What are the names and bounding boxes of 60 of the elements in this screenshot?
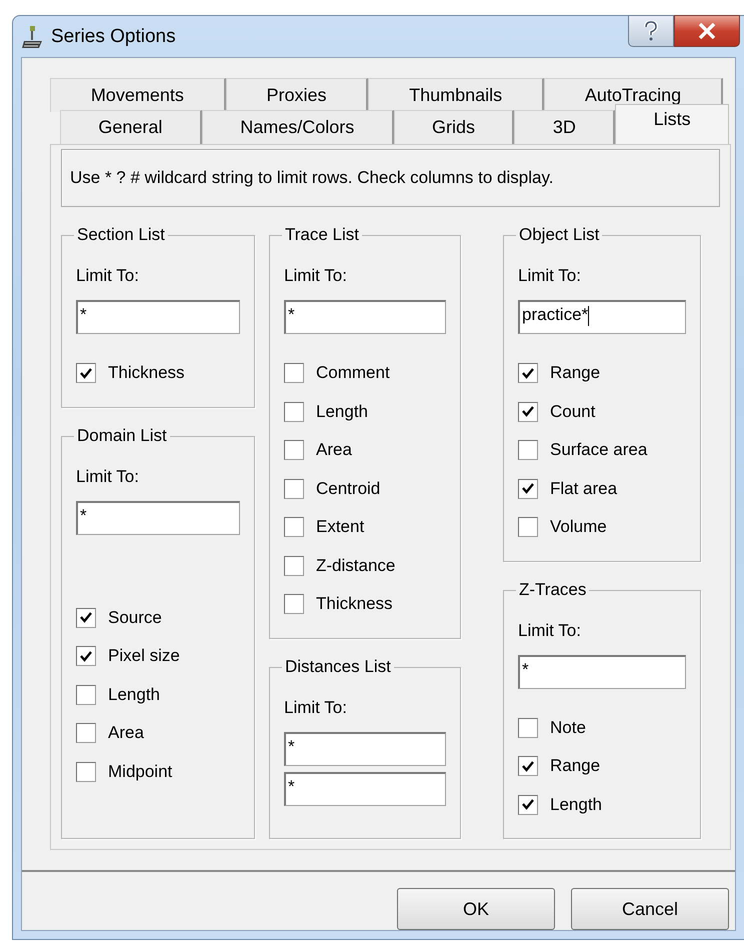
tab[interactable]: Thumbnails xyxy=(368,78,544,112)
limit-label: Limit To: xyxy=(284,698,348,718)
checkbox[interactable]: Length xyxy=(518,786,686,824)
checkbox[interactable]: Surface area xyxy=(518,431,686,470)
limit-label: Limit To: xyxy=(518,620,582,640)
input-field[interactable]: * xyxy=(76,300,240,334)
checkbox[interactable]: Thickness xyxy=(284,585,446,624)
input-field[interactable]: * xyxy=(518,654,686,688)
checkbox[interactable]: Pixel size xyxy=(76,637,240,676)
checkbox[interactable]: Midpoint xyxy=(76,752,240,791)
checkbox[interactable]: Source xyxy=(76,598,240,637)
group-title: Object List xyxy=(516,225,602,245)
checkbox[interactable]: Z-distance xyxy=(284,546,446,585)
tab[interactable]: Grids xyxy=(394,110,514,144)
tab[interactable]: Names/Colors xyxy=(202,110,394,144)
close-button[interactable] xyxy=(674,15,740,47)
checkbox[interactable]: Comment xyxy=(284,354,446,392)
input-field[interactable]: * xyxy=(284,772,446,806)
close-icon xyxy=(698,23,716,39)
window-title: Series Options xyxy=(51,26,176,48)
checkbox[interactable]: Area xyxy=(284,431,446,470)
limit-label: Limit To: xyxy=(284,266,348,286)
checkbox[interactable]: Volume xyxy=(518,508,686,546)
checkbox[interactable]: Length xyxy=(76,676,240,714)
checkbox[interactable]: Length xyxy=(284,392,446,431)
help-icon xyxy=(643,21,659,41)
limit-label: Limit To: xyxy=(76,266,140,286)
dialog-button[interactable]: OK xyxy=(397,888,555,930)
check-icon xyxy=(80,368,92,379)
tab[interactable]: 3D xyxy=(514,110,616,144)
checkbox[interactable]: Range xyxy=(518,354,686,392)
tab[interactable]: General xyxy=(60,110,202,144)
tab[interactable]: Lists xyxy=(615,104,730,144)
app-icon xyxy=(21,24,45,48)
check-icon xyxy=(522,368,534,379)
info-text: Use * ? # wildcard string to limit rows. Check columns to display. xyxy=(61,149,720,207)
checkbox[interactable]: Extent xyxy=(284,508,446,546)
checkbox[interactable]: Note xyxy=(518,708,686,747)
checkbox[interactable]: Flat area xyxy=(518,470,686,508)
help-button[interactable] xyxy=(628,15,674,47)
checkbox[interactable]: Range xyxy=(518,747,686,786)
limit-label: Limit To: xyxy=(76,466,140,486)
checkbox[interactable]: Thickness xyxy=(76,354,240,392)
check-icon xyxy=(522,406,534,418)
dialog-button[interactable]: Cancel xyxy=(571,888,729,930)
tab[interactable]: Movements xyxy=(50,78,226,112)
check-icon xyxy=(522,483,534,494)
input-field[interactable]: * xyxy=(284,300,446,334)
input-field[interactable]: * xyxy=(284,732,446,766)
checkbox[interactable]: Area xyxy=(76,714,240,752)
check-icon xyxy=(522,799,534,810)
checkbox[interactable]: Count xyxy=(518,392,686,431)
checkbox[interactable]: Centroid xyxy=(284,470,446,508)
limit-label: Limit To: xyxy=(518,266,582,286)
input-field[interactable]: * xyxy=(76,500,240,534)
check-icon xyxy=(522,760,534,772)
check-icon xyxy=(80,612,92,624)
check-icon xyxy=(80,650,92,662)
tab[interactable]: Proxies xyxy=(226,78,368,112)
input-field[interactable]: practice* xyxy=(518,300,686,334)
